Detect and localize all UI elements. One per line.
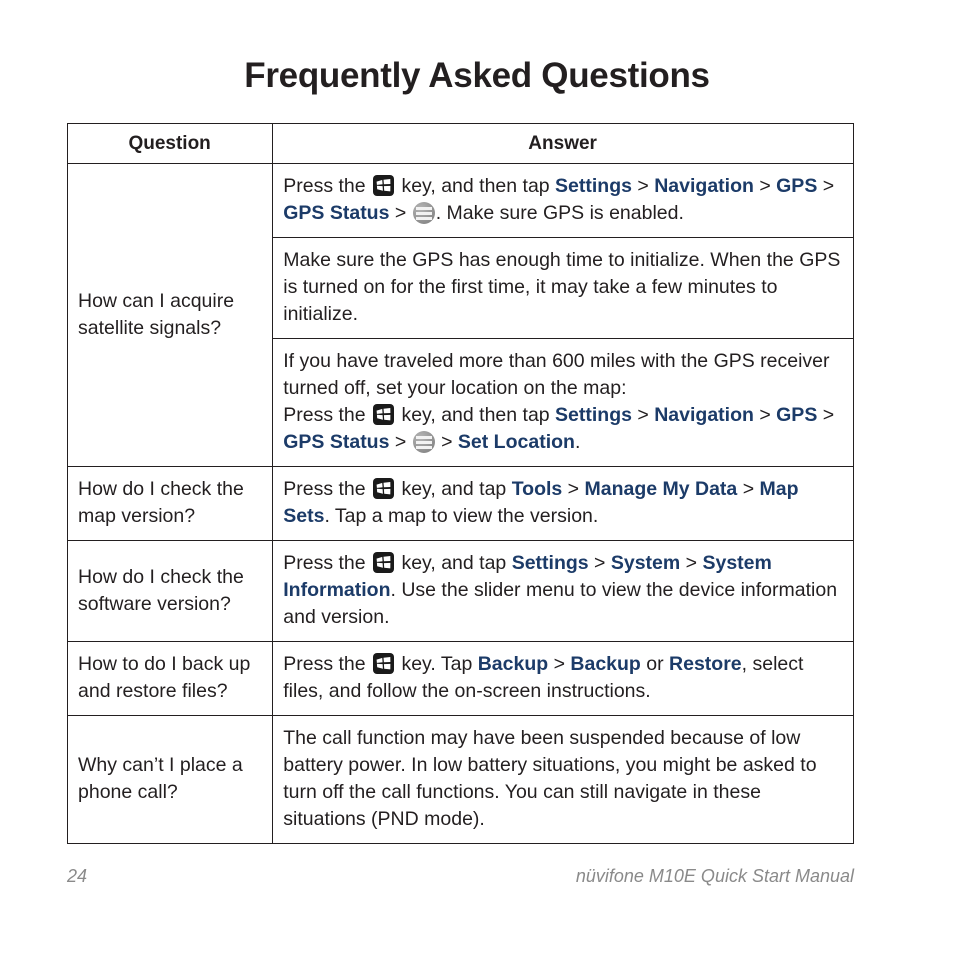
nav-path-label: Settings (511, 552, 589, 574)
nav-path-label: GPS Status (283, 431, 390, 453)
table-header-row: Question Answer (66, 123, 854, 164)
document-page: Frequently Asked Questions Question Answ… (0, 0, 954, 954)
path-separator: > (435, 431, 458, 453)
table-row: Why can’t I place a phone call? The call … (66, 715, 854, 844)
nav-path-label: Manage My Data (584, 478, 738, 500)
answer-text: The call function may have been suspende… (283, 727, 817, 830)
answer-text: . Tap a map to view the version. (324, 505, 599, 527)
windows-key-icon (373, 404, 395, 425)
table-header: Question Answer (66, 123, 854, 164)
windows-key-icon (373, 478, 395, 499)
footer-manual-title: nüvifone M10E Quick Start Manual (575, 866, 854, 886)
footer-page-number: 24 (67, 866, 88, 886)
answer-text: key. Tap (396, 653, 478, 675)
path-separator: > (562, 478, 585, 500)
answer-text: key, and tap (396, 552, 512, 574)
menu-icon (412, 202, 435, 224)
answer-map-version: Press the key, and tap Tools > Manage My… (272, 466, 854, 541)
table-row: How do I check the map version? Press the… (66, 466, 854, 541)
column-header-answer: Answer (272, 123, 854, 164)
answer-text: Press the (283, 404, 372, 426)
answer-text: or (640, 653, 670, 675)
answer-text: key, and then tap (396, 404, 556, 426)
answer-text: If you have traveled more than 600 miles… (283, 350, 830, 399)
path-separator: > (631, 175, 655, 197)
answer-text: . Make sure GPS is enabled. (435, 202, 684, 224)
answer-gps-initialize: Make sure the GPS has enough time to ini… (272, 237, 854, 339)
question-cell: Why can’t I place a phone call? (66, 715, 274, 844)
answer-text: key, and tap (396, 478, 512, 500)
answer-phone-call: The call function may have been suspende… (272, 715, 854, 844)
menu-icon (412, 431, 435, 453)
path-separator: > (548, 653, 571, 675)
windows-key-icon (373, 653, 395, 674)
windows-key-icon (373, 175, 395, 196)
answer-backup-restore: Press the key. Tap Backup > Backup or Re… (272, 641, 854, 716)
answer-text: Press the (283, 478, 372, 500)
path-separator: > (753, 404, 777, 426)
nav-path-label: Settings (555, 175, 632, 197)
nav-path-label: Set Location (457, 431, 575, 453)
nav-path-label: GPS Status (283, 202, 390, 224)
question-cell: How do I check the software version? (66, 540, 274, 642)
path-separator: > (588, 552, 611, 574)
nav-path-label: System (610, 552, 681, 574)
path-separator: > (631, 404, 655, 426)
path-separator: > (817, 404, 835, 426)
windows-key-icon (373, 552, 395, 573)
answer-text: Press the (283, 175, 372, 197)
nav-path-label: Backup (477, 653, 549, 675)
question-cell: How to do I back up and restore files? (66, 641, 274, 716)
question-cell: How can I acquire satellite signals? (66, 163, 274, 467)
path-separator: > (753, 175, 777, 197)
table-row: How to do I back up and restore files? Pr… (66, 641, 854, 716)
answer-text: Press the (283, 653, 372, 675)
answer-software-version: Press the key, and tap Settings > System… (272, 540, 854, 642)
question-cell: How do I check the map version? (66, 466, 274, 541)
nav-path-label: Tools (511, 478, 563, 500)
nav-path-label: Navigation (654, 404, 754, 426)
table-row: How do I check the software version? Pres… (66, 540, 854, 642)
path-separator: > (389, 431, 412, 453)
nav-path-label: Navigation (654, 175, 754, 197)
path-separator: > (389, 202, 412, 224)
answer-text: . (574, 431, 581, 453)
answer-text: Make sure the GPS has enough time to ini… (283, 249, 841, 325)
column-header-question: Question (66, 123, 274, 164)
nav-path-label: Restore (669, 653, 742, 675)
answer-text: Press the (283, 552, 372, 574)
answer-gps-enable: Press the key, and then tap Settings > N… (272, 163, 854, 238)
faq-table: Question Answer How can I acquire satell… (66, 123, 854, 844)
nav-path-label: GPS (776, 404, 818, 426)
nav-path-label: Settings (555, 404, 632, 426)
table-row: How can I acquire satellite signals? Pres… (66, 163, 854, 467)
nav-path-label: GPS (776, 175, 818, 197)
answer-gps-set-location: If you have traveled more than 600 miles… (272, 338, 854, 467)
path-separator: > (737, 478, 760, 500)
table-body: How can I acquire satellite signals? Pres… (66, 163, 854, 844)
page-footer: 24 nüvifone M10E Quick Start Manual (67, 866, 854, 894)
path-separator: > (817, 175, 835, 197)
nav-path-label: Backup (570, 653, 641, 675)
page-title: Frequently Asked Questions (244, 56, 710, 95)
path-separator: > (680, 552, 703, 574)
answer-text: key, and then tap (396, 175, 556, 197)
